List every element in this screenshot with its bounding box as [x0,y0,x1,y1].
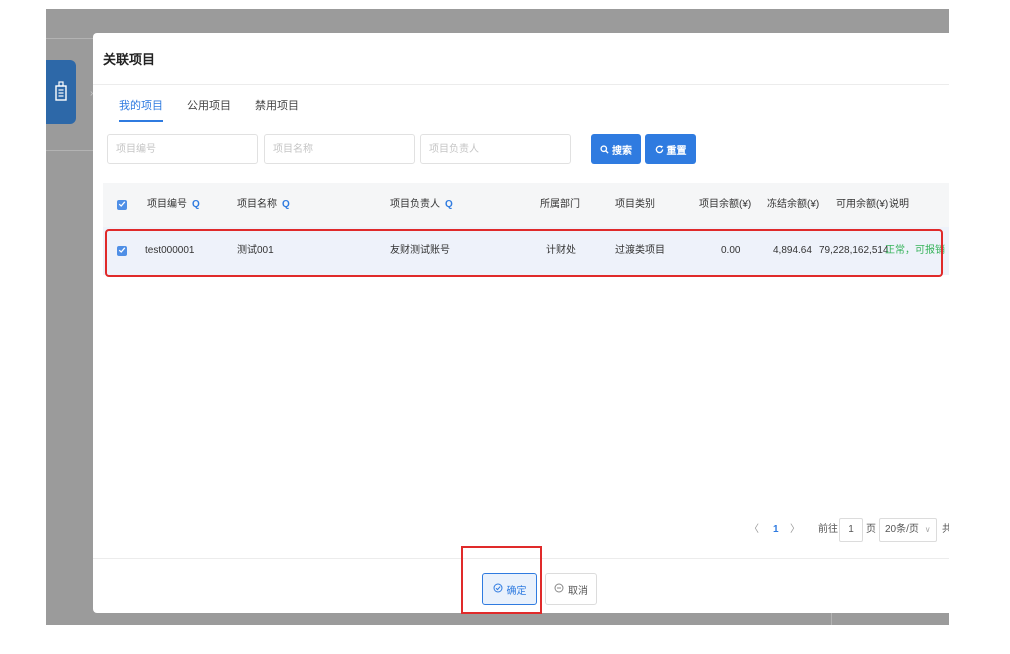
page-size-select[interactable]: 20条/页 ∨ [879,518,937,542]
goto-label: 前往 [818,524,838,535]
cell-dept: 计财处 [546,245,576,256]
cancel-button[interactable]: 取消 [545,573,597,605]
select-all-checkbox[interactable] [117,200,127,210]
column-header-code: 项目编号 Q [147,199,200,210]
check-icon [118,245,126,257]
cell-available: 79,228,162,514 [819,245,889,256]
confirm-button[interactable]: 确定 [482,573,537,605]
building-icon [54,80,68,105]
refresh-icon [655,144,664,154]
cell-balance: 0.00 [721,245,741,256]
tab-disabled-projects[interactable]: 禁用项目 [255,97,299,122]
column-header-available: 可用余额(¥) [836,199,889,210]
column-search-icon[interactable]: Q [282,199,290,210]
page-size-value: 20条/页 [885,524,919,535]
column-header-category: 项目类别 [615,199,655,210]
column-header-dept: 所属部门 [540,199,580,210]
search-button[interactable]: 搜索 [591,134,641,164]
search-icon [600,144,609,154]
column-header-balance: 项目余额(¥) [699,199,752,210]
check-icon [118,199,126,211]
link-project-dialog: 关联项目 我的项目 公用项目 禁用项目 搜索 重置 项目编号Q [93,33,949,613]
column-header-note: 说明 [889,199,909,210]
minus-circle-icon [554,583,564,596]
backdrop-divider [46,150,93,151]
side-nav-tile[interactable] [46,60,76,124]
table-row[interactable]: test000001 测试001 友财测试账号 计财处 过渡类项目 0.00 4… [103,227,949,275]
title-divider [93,84,949,85]
cancel-button-label: 取消 [568,585,588,597]
footer-divider [93,558,949,559]
confirm-button-label: 确定 [506,585,527,597]
column-header-frozen: 冻结余额(¥) [767,199,820,210]
cell-frozen: 4,894.64 [773,245,812,256]
goto-page-input[interactable]: 1 [839,518,863,542]
reset-button-label: 重置 [666,145,687,157]
next-page-button[interactable]: 〉 [790,518,800,542]
total-label: 共 [942,524,949,535]
column-search-icon[interactable]: Q [445,199,453,210]
chevron-down-icon: ∨ [924,525,931,534]
cell-owner: 友财测试账号 [390,245,450,256]
check-circle-icon [493,583,503,596]
search-button-label: 搜索 [612,145,632,157]
backdrop-divider [831,612,832,625]
page-number-current[interactable]: 1 [773,518,779,542]
column-search-icon[interactable]: Q [192,199,200,210]
column-header-owner: 项目负责人 Q [390,199,453,210]
column-header-name: 项目名称 Q [237,199,290,210]
reset-button[interactable]: 重置 [645,134,696,164]
tab-my-projects[interactable]: 我的项目 [119,97,163,122]
project-name-input[interactable] [264,134,415,164]
row-checkbox[interactable] [117,246,127,256]
project-code-input[interactable] [107,134,258,164]
page-suffix-label: 页 [866,524,876,535]
table-header: 项目编号 Q 项目名称 Q 项目负责人 Q 所属部门 项目类别 项目余额(¥) 冻结余… [103,183,949,227]
pagination: 〈 1 〉 前往 1 页 20条/页 ∨ 共 [93,518,949,542]
tab-public-projects[interactable]: 公用项目 [187,97,231,122]
cell-category: 过渡类项目 [615,245,665,256]
prev-page-button[interactable]: 〈 [749,518,759,542]
dialog-title: 关联项目 [103,52,156,67]
cell-code: test000001 [145,245,195,256]
backdrop-divider [46,38,93,39]
project-owner-input[interactable] [420,134,571,164]
cell-note: 正常，可报销 [885,245,945,256]
project-tabs: 我的项目 公用项目 禁用项目 [119,97,323,122]
cell-name: 测试001 [237,245,274,256]
